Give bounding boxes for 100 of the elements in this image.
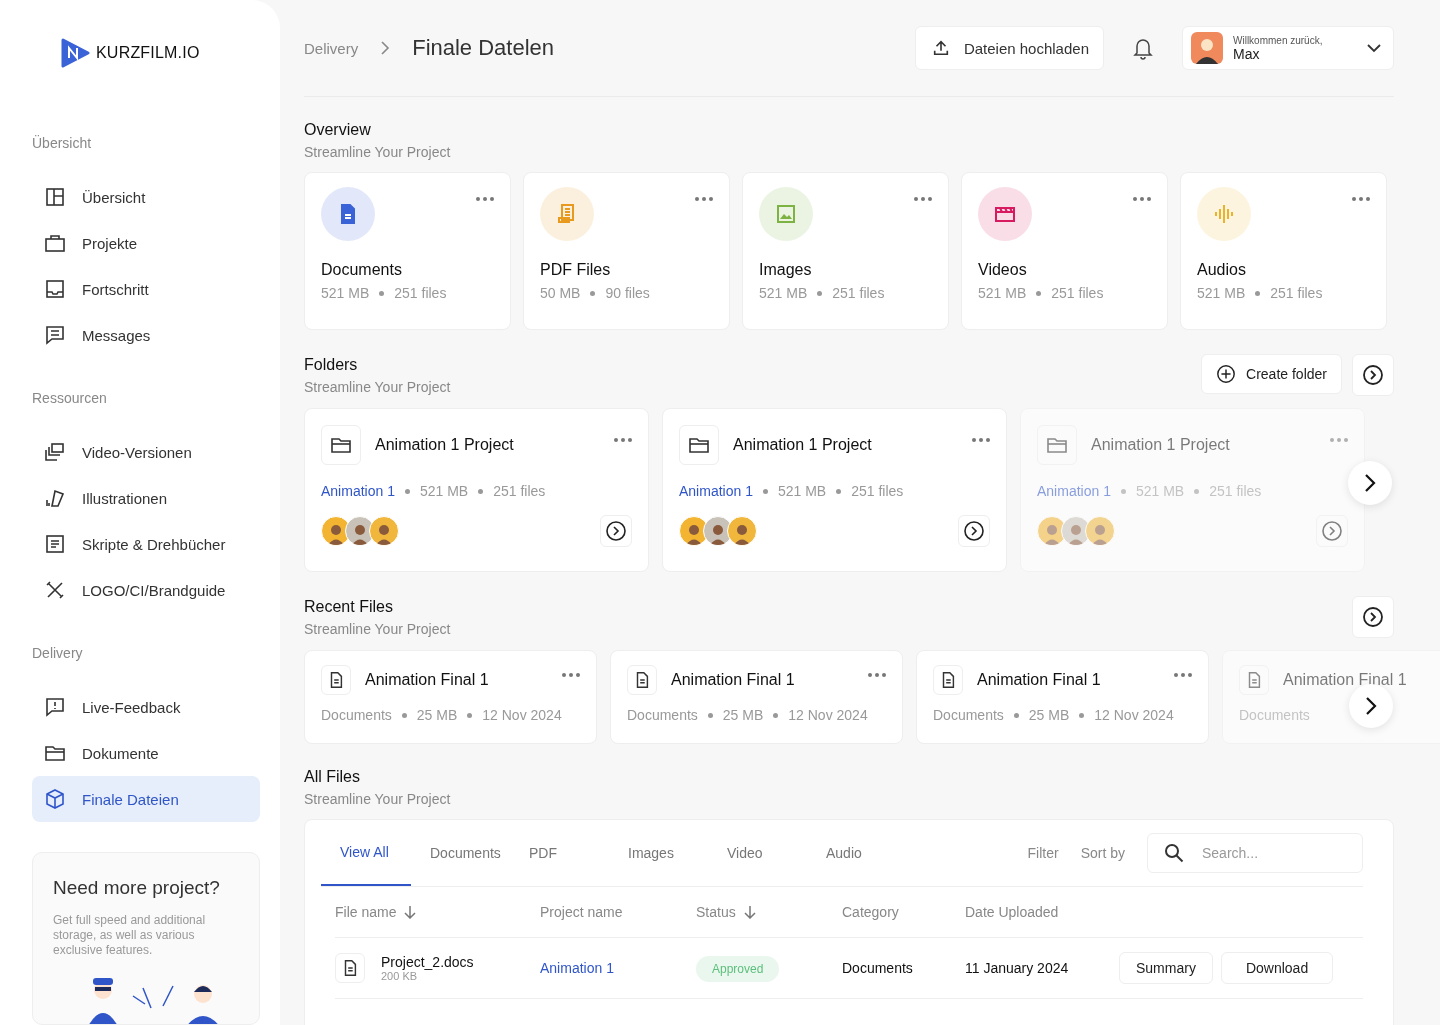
file-count: 251 files	[1209, 483, 1262, 499]
sidebar-item[interactable]: Fortschritt	[32, 266, 260, 312]
more-icon[interactable]	[695, 197, 713, 201]
size-text: 521 MB	[1135, 483, 1185, 499]
logo-text: KURZFILM.IO	[96, 44, 200, 62]
folder-icon	[321, 425, 361, 465]
sidebar-item[interactable]: LOGO/CI/Brandguide	[32, 567, 260, 613]
card-title: Audios	[1197, 261, 1247, 279]
download-button[interactable]: Download	[1220, 952, 1334, 984]
next-button[interactable]	[1352, 596, 1394, 638]
file-count: 251 files	[493, 483, 546, 499]
upload-icon	[931, 39, 950, 57]
file-name: Animation Final 1	[1283, 671, 1408, 689]
size-text: 521 MB	[1197, 285, 1246, 301]
file-card[interactable]: Animation Final 1 Documents 25 MB 12 Nov 2024	[916, 650, 1209, 744]
sidebar-item[interactable]: Messages	[32, 312, 260, 358]
search-icon	[1164, 843, 1184, 863]
file-name: Animation Final 1	[671, 671, 796, 689]
search-field[interactable]: Search...	[1147, 833, 1363, 873]
file-card[interactable]: Animation Final 1 Documents 25 MB 12 Nov 2024	[610, 650, 903, 744]
card-title: Documents	[321, 261, 403, 279]
message-icon	[44, 324, 66, 346]
file-card[interactable]: Animation Final 1 Documents 25 MB 12 Nov 2024	[304, 650, 597, 744]
more-icon[interactable]	[562, 673, 580, 677]
briefcase-icon	[44, 232, 66, 254]
more-icon[interactable]	[1174, 673, 1192, 677]
sidebar-item[interactable]: Projekte	[32, 220, 260, 266]
more-icon[interactable]	[476, 197, 494, 201]
sidebar-item[interactable]: Illustrationen	[32, 475, 260, 521]
document-icon	[335, 953, 365, 983]
next-arrow-button[interactable]	[1348, 461, 1392, 505]
summary-button[interactable]: Summary	[1119, 952, 1213, 984]
sidebar-item[interactable]: Skripte & Drehbücher	[32, 521, 260, 567]
versions-icon	[44, 441, 66, 463]
file-name: Animation Final 1	[365, 671, 490, 689]
sidebar-item[interactable]: Dokumente	[32, 730, 260, 776]
user-menu[interactable]: Willkommen zurück, Max	[1182, 26, 1394, 70]
card-title: PDF Files	[540, 261, 612, 279]
next-arrow-button[interactable]	[1349, 684, 1393, 728]
column-header[interactable]: Category	[842, 904, 965, 920]
more-icon[interactable]	[1133, 197, 1151, 201]
layout-icon	[44, 186, 66, 208]
more-icon[interactable]	[614, 438, 632, 442]
category-card[interactable]: Documents 521 MB 251 files	[304, 172, 511, 330]
document-icon	[627, 665, 657, 695]
inbox-icon	[44, 278, 66, 300]
promo-text: Get full speed and additional storage, as well as various exclusive features.	[53, 913, 207, 958]
avatar-icon	[727, 516, 757, 546]
category-card[interactable]: Videos 521 MB 251 files	[961, 172, 1168, 330]
filter-tab[interactable]: Video	[708, 820, 807, 886]
file-count: 90 files	[605, 285, 650, 301]
sort-link[interactable]: Sort by	[1080, 845, 1125, 861]
filter-tab[interactable]: Images	[609, 820, 708, 886]
sidebar-item[interactable]: Live-Feedback	[32, 684, 260, 730]
file-card[interactable]: Animation Final 1 Documents	[1222, 650, 1440, 744]
size-text: 521 MB	[321, 285, 370, 301]
plus-circle-icon	[1216, 364, 1237, 384]
next-button[interactable]	[1352, 354, 1394, 396]
section-title: Overview	[304, 121, 372, 139]
filter-tab[interactable]: View All	[321, 820, 411, 886]
more-icon[interactable]	[868, 673, 886, 677]
filter-tab[interactable]: Documents	[411, 820, 510, 886]
category-text: Documents	[321, 707, 392, 723]
project-link[interactable]: Animation 1	[540, 960, 696, 976]
column-header[interactable]: Status	[696, 904, 842, 920]
folder-name: Animation 1 Project	[733, 436, 873, 454]
project-link[interactable]: Animation 1	[321, 483, 395, 499]
file-count: 251 files	[851, 483, 904, 499]
more-icon[interactable]	[914, 197, 932, 201]
column-header[interactable]: Date Uploaded	[965, 904, 1119, 920]
folder-card[interactable]: Animation 1 Project Animation 1 521 MB 251 files	[304, 408, 649, 572]
more-icon[interactable]	[1352, 197, 1370, 201]
category-card[interactable]: PDF Files 50 MB 90 files	[523, 172, 730, 330]
filter-tab[interactable]: PDF	[510, 820, 609, 886]
folder-card[interactable]: Animation 1 Project Animation 1 521 MB 251 files	[662, 408, 1007, 572]
file-name: Project_2.docs	[381, 954, 474, 970]
filter-link[interactable]: Filter	[1027, 845, 1059, 861]
size-text: 521 MB	[759, 285, 808, 301]
size-text: 25 MB	[722, 707, 764, 723]
column-header[interactable]: File name	[335, 904, 540, 920]
project-link[interactable]: Animation 1	[679, 483, 753, 499]
category-card[interactable]: Audios 521 MB 251 files	[1180, 172, 1387, 330]
more-icon[interactable]	[972, 438, 990, 442]
file-size: 200 KB	[381, 970, 419, 982]
column-header[interactable]: Project name	[540, 904, 696, 920]
sidebar-item[interactable]: Video-Versionen	[32, 429, 260, 475]
category-card[interactable]: Images 521 MB 251 files	[742, 172, 949, 330]
user-name: Max	[1233, 45, 1261, 62]
sidebar-item[interactable]: Übersicht	[32, 174, 260, 220]
sidebar-item[interactable]: Finale Dateien	[32, 776, 260, 822]
filter-tab[interactable]: Audio	[807, 820, 906, 886]
size-text: 521 MB	[777, 483, 827, 499]
greeting-text: Willkommen zurück,	[1233, 34, 1324, 46]
upload-button[interactable]: Dateien hochladen	[914, 26, 1104, 70]
size-text: 25 MB	[1028, 707, 1070, 723]
section-title: Folders	[304, 355, 359, 374]
notification-bell-icon[interactable]	[1132, 36, 1154, 60]
section-subtitle: Streamline Your Project	[304, 378, 451, 395]
card-title: Images	[759, 261, 813, 279]
create-folder-button[interactable]: Create folder	[1201, 354, 1342, 394]
